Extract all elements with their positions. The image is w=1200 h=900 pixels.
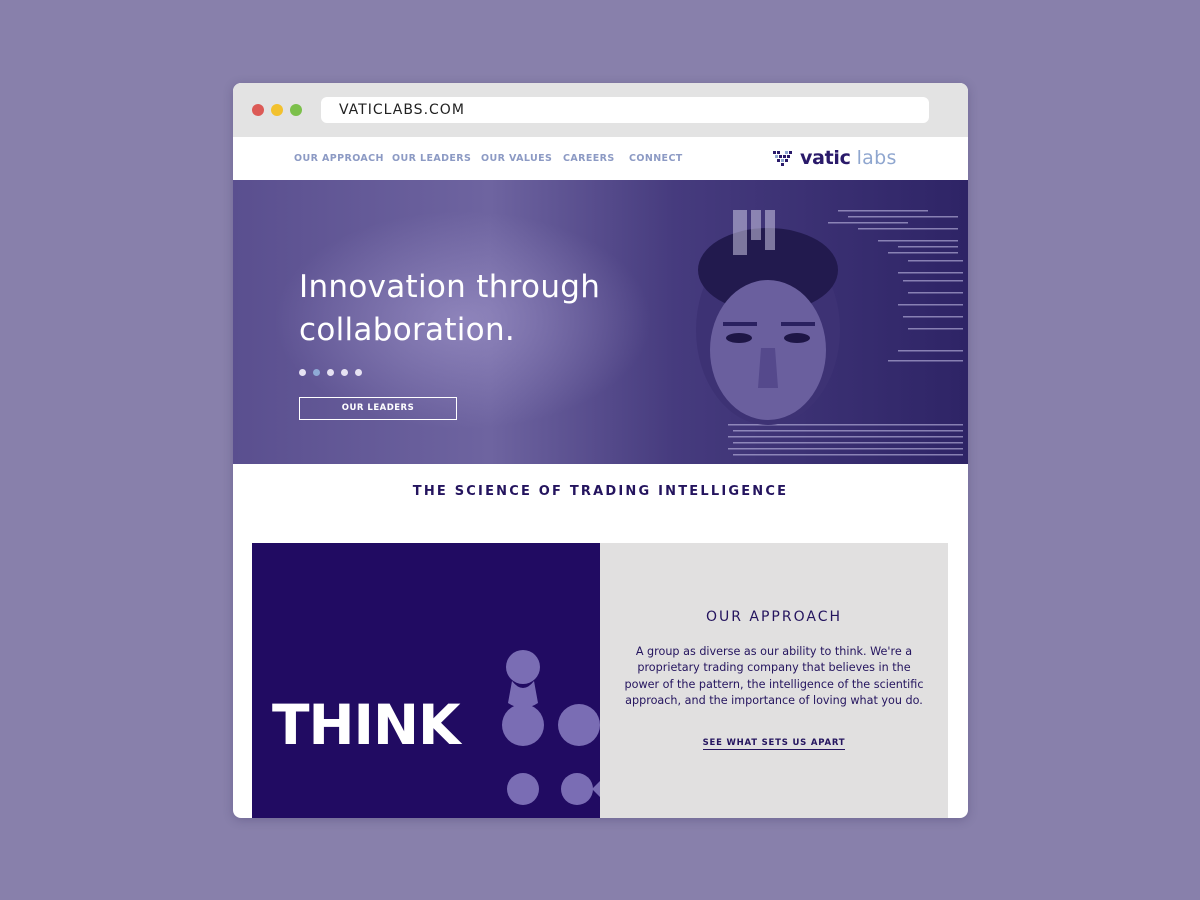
see-what-sets-us-apart-link[interactable]: SEE WHAT SETS US APART bbox=[600, 738, 948, 750]
carousel-dot-3[interactable] bbox=[327, 369, 334, 376]
site-navigation: OUR APPROACH OUR LEADERS OUR VALUES CARE… bbox=[233, 137, 968, 180]
nav-item-our-approach[interactable]: OUR APPROACH bbox=[294, 153, 384, 164]
hero-headline: Innovation through collaboration. bbox=[299, 269, 601, 348]
molecule-shapes-icon bbox=[502, 650, 600, 805]
vatic-labs-pixel-heart-icon bbox=[773, 151, 792, 166]
carousel-dot-5[interactable] bbox=[355, 369, 362, 376]
carousel-indicators bbox=[299, 369, 362, 376]
minimize-window-button[interactable] bbox=[271, 104, 283, 116]
nav-item-careers[interactable]: CAREERS bbox=[563, 153, 615, 164]
think-word: THINK bbox=[272, 693, 461, 757]
approach-body: A group as diverse as our ability to thi… bbox=[624, 645, 924, 707]
close-window-button[interactable] bbox=[252, 104, 264, 116]
our-leaders-button[interactable]: OUR LEADERS bbox=[299, 397, 457, 420]
approach-panel: OUR APPROACH A group as diverse as our a… bbox=[600, 543, 948, 818]
logo-word-vatic: vatic bbox=[800, 147, 851, 169]
carousel-dot-4[interactable] bbox=[341, 369, 348, 376]
tagline: THE SCIENCE OF TRADING INTELLIGENCE bbox=[412, 484, 789, 499]
think-panel: THINK bbox=[252, 543, 600, 818]
address-bar[interactable]: VATICLABS.COM bbox=[321, 97, 929, 123]
approach-link-label[interactable]: SEE WHAT SETS US APART bbox=[702, 738, 846, 750]
nav-item-our-leaders[interactable]: OUR LEADERS bbox=[392, 153, 471, 164]
maximize-window-button[interactable] bbox=[290, 104, 302, 116]
nav-item-our-values[interactable]: OUR VALUES bbox=[481, 153, 552, 164]
hero-portrait bbox=[696, 210, 840, 425]
logo-word-labs: labs bbox=[856, 147, 897, 169]
carousel-dot-2[interactable] bbox=[313, 369, 320, 376]
approach-title: OUR APPROACH bbox=[705, 609, 843, 625]
carousel-dot-1[interactable] bbox=[299, 369, 306, 376]
browser-window: VATICLABS.COM OUR APPROACH OUR LEADERS O… bbox=[233, 83, 968, 818]
hero-banner: Innovation through collaboration. OUR LE… bbox=[233, 180, 968, 464]
nav-item-connect[interactable]: CONNECT bbox=[629, 153, 683, 164]
vatic-labs-logo[interactable]: vatic labs bbox=[773, 145, 897, 171]
browser-toolbar: VATICLABS.COM bbox=[233, 83, 968, 137]
